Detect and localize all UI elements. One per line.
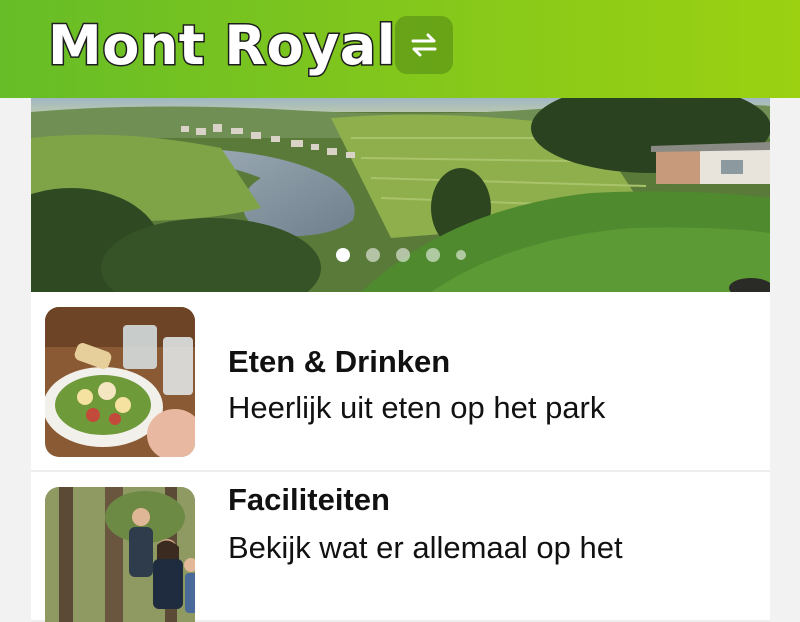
switch-arrows-icon [411, 33, 437, 57]
hero-landscape-image [31, 98, 770, 292]
park-name-title: Mont Royal [47, 13, 397, 79]
list-item-eten-drinken[interactable]: Eten & Drinken Heerlijk uit eten op het … [31, 292, 770, 472]
facilities-thumbnail [45, 487, 195, 622]
carousel-dot-3[interactable] [395, 248, 410, 262]
carousel-dot-4[interactable] [425, 248, 440, 262]
hero-carousel[interactable] [31, 98, 770, 292]
carousel-pagination [31, 248, 770, 262]
category-list: Eten & Drinken Heerlijk uit eten op het … [31, 292, 770, 622]
carousel-dot-1[interactable] [335, 248, 350, 262]
item-subtitle: Heerlijk uit eten op het park [228, 390, 606, 425]
carousel-dot-2[interactable] [365, 248, 380, 262]
switch-park-button[interactable] [395, 16, 453, 74]
app-header: Mont Royal [0, 0, 800, 98]
item-subtitle: Bekijk wat er allemaal op het [228, 530, 623, 565]
item-title: Faciliteiten [228, 482, 390, 517]
carousel-dot-5[interactable] [455, 250, 466, 260]
food-thumbnail [45, 307, 195, 457]
item-title: Eten & Drinken [228, 344, 451, 379]
